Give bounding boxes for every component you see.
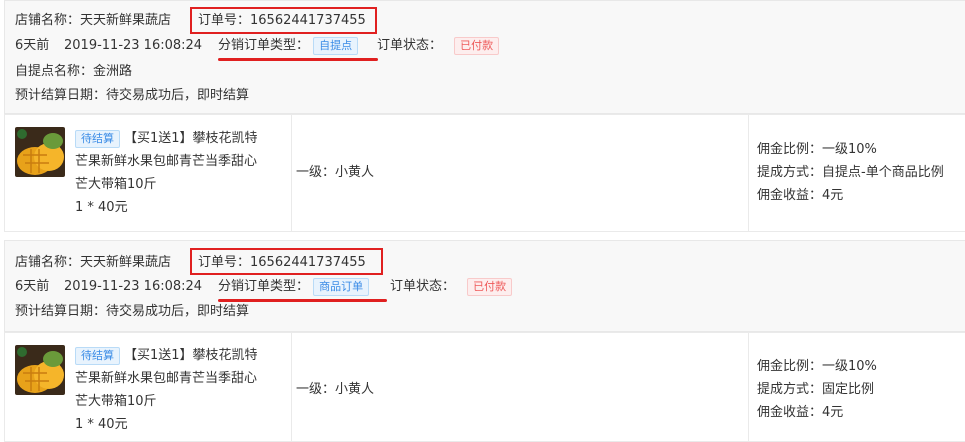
commission-rate-label: 佣金比例： [757,359,823,374]
settle-status-badge: 待结算 [75,346,120,365]
commission-income: 4元 [822,405,844,420]
product-qty-price: 1 * 40元 [75,417,128,432]
dist-type: 分销订单类型： 商品订单 [218,277,370,297]
product-image[interactable] [15,345,65,395]
order-status: 订单状态： 已付款 [390,277,513,297]
settle-value: 待交易成功后，即时结算 [106,88,250,103]
highlight-box-order-number [190,7,377,34]
product-title-line-2: 芒果新鲜水果包邮青芒当季甜心 [75,371,258,386]
income-label: 佣金收益： [757,405,823,420]
shop-line: 店铺名称：天天新鲜果蔬店 [15,11,171,31]
time-line: 6天前 [15,36,49,56]
order-product-row: 待结算 【买1送1】攀枝花凯特 芒果新鲜水果包邮青芒当季甜心 芒大带箱10斤 1 … [4,114,965,232]
method-label: 提成方式： [757,382,823,397]
settle-label: 预计结算日期： [15,304,107,319]
underline-dist-type [218,58,378,61]
commission-rate: 一级10% [822,359,877,374]
dist-type-label: 分销订单类型： [218,38,310,53]
commission-method: 自提点-单个商品比例 [822,165,944,180]
product-image[interactable] [15,127,65,177]
order-status: 订单状态： 已付款 [377,36,500,56]
shop-name: 天天新鲜果蔬店 [80,13,172,28]
product-title-line-3: 芒大带箱10斤 [75,394,157,409]
product-title-line-1: 【买1送1】攀枝花凯特 [124,131,258,146]
status-label: 订单状态： [377,38,443,53]
order-datetime: 2019-11-23 16:08:24 [64,279,203,294]
commission-rate-label: 佣金比例： [757,142,823,157]
shop-line: 店铺名称：天天新鲜果蔬店 [15,253,171,273]
commission-income: 4元 [822,188,844,203]
product-title[interactable]: 待结算 【买1送1】攀枝花凯特 芒果新鲜水果包邮青芒当季甜心 芒大带箱10斤 1 … [75,127,280,219]
column-divider [291,333,292,441]
order-header: 店铺名称：天天新鲜果蔬店 订单号：16562441737455 6天前 2019… [4,240,965,332]
product-title[interactable]: 待结算 【买1送1】攀枝花凯特 芒果新鲜水果包邮青芒当季甜心 芒大带箱10斤 1 … [75,344,280,436]
product-title-line-1: 【买1送1】攀枝花凯特 [124,348,258,363]
commission-rate: 一级10% [822,142,877,157]
settle-line: 预计结算日期：待交易成功后，即时结算 [15,86,249,106]
status-badge: 已付款 [454,36,500,55]
commission-info: 佣金比例：一级10% 提成方式：固定比例 佣金收益：4元 [757,355,877,424]
dist-type-badge: 商品订单 [313,277,370,296]
method-label: 提成方式： [757,165,823,180]
product-title-line-3: 芒大带箱10斤 [75,177,157,192]
shop-name: 天天新鲜果蔬店 [80,255,172,270]
commission-info: 佣金比例：一级10% 提成方式：自提点-单个商品比例 佣金收益：4元 [757,138,944,207]
highlight-box-order-number [190,248,383,275]
order-datetime: 2019-11-23 16:08:24 [64,38,203,53]
distributor-level: 一级：小黄人 [296,382,375,397]
time-line: 6天前 [15,277,49,297]
settle-value: 待交易成功后，即时结算 [106,304,250,319]
order-product-row: 待结算 【买1送1】攀枝花凯特 芒果新鲜水果包邮青芒当季甜心 芒大带箱10斤 1 … [4,332,965,442]
settle-label: 预计结算日期： [15,88,107,103]
settle-status-badge: 待结算 [75,129,120,148]
dist-type-badge: 自提点 [313,36,359,55]
column-divider [748,333,749,441]
dist-type: 分销订单类型： 自提点 [218,36,359,56]
order-card-2: 店铺名称：天天新鲜果蔬店 订单号：16562441737455 6天前 2019… [4,240,965,442]
pickup-line: 自提点名称：金洲路 [15,62,132,82]
order-card-1: 店铺名称：天天新鲜果蔬店 订单号：16562441737455 6天前 2019… [4,0,965,232]
distributor-level: 一级：小黄人 [296,165,375,180]
column-divider [748,115,749,231]
column-divider [291,115,292,231]
shop-label: 店铺名称： [15,255,81,270]
status-badge: 已付款 [467,277,513,296]
pickup-label: 自提点名称： [15,64,94,79]
product-qty-price: 1 * 40元 [75,200,128,215]
commission-method: 固定比例 [822,382,875,397]
income-label: 佣金收益： [757,188,823,203]
product-title-line-2: 芒果新鲜水果包邮青芒当季甜心 [75,154,258,169]
settle-line: 预计结算日期：待交易成功后，即时结算 [15,302,249,322]
status-label: 订单状态： [390,279,456,294]
order-header: 店铺名称：天天新鲜果蔬店 订单号：16562441737455 6天前 2019… [4,0,965,114]
time-ago: 6天前 [15,38,50,53]
shop-label: 店铺名称： [15,13,81,28]
dist-type-label: 分销订单类型： [218,279,310,294]
time-ago: 6天前 [15,279,50,294]
pickup-name: 金洲路 [93,64,133,79]
